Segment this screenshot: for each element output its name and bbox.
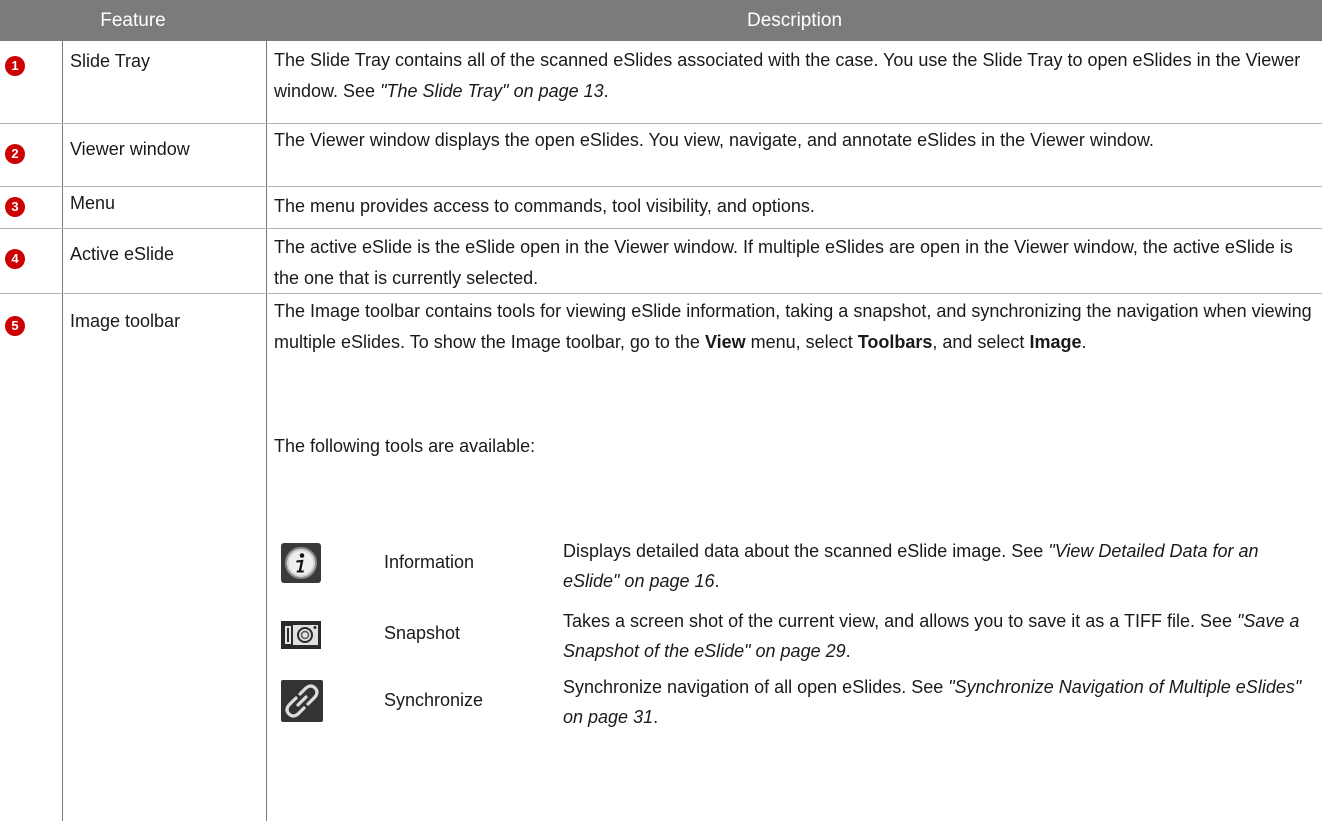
- tool-name: Synchronize: [384, 690, 484, 710]
- callout-number-badge: 1: [5, 56, 25, 76]
- row-divider: [0, 123, 1322, 124]
- row-divider: [0, 228, 1322, 229]
- tool-description: Displays detailed data about the scanned…: [563, 541, 1259, 591]
- feature-name: Viewer window: [70, 139, 190, 159]
- tool-name: Information: [384, 552, 475, 572]
- callout-number-badge: 5: [5, 316, 25, 336]
- callout-number-badge: 3: [5, 197, 25, 217]
- row-divider: [0, 186, 1322, 187]
- column-divider: [62, 41, 63, 821]
- feature-description: The Viewer window displays the open eSli…: [274, 130, 1154, 150]
- column-divider: [266, 41, 267, 821]
- feature-description: The Slide Tray contains all of the scann…: [274, 50, 1301, 101]
- feature-description: The active eSlide is the eSlide open in …: [274, 237, 1293, 288]
- page-reference: "The Slide Tray" on page 13: [380, 81, 604, 101]
- menu-item-toolbars: Toolbars: [857, 332, 933, 352]
- callout-number-badge: 4: [5, 249, 25, 269]
- tools-intro: The following tools are available:: [274, 436, 536, 456]
- table-header: Feature Description: [0, 0, 1322, 41]
- header-feature: Feature: [100, 10, 166, 31]
- feature-name: Slide Tray: [70, 51, 151, 71]
- camera-icon: [281, 621, 321, 649]
- feature-name: Image toolbar: [70, 311, 181, 331]
- callout-number-badge: 2: [5, 144, 25, 164]
- feature-description: The menu provides access to commands, to…: [274, 196, 815, 216]
- link-icon: [281, 680, 323, 722]
- tool-description: Takes a screen shot of the current view,…: [563, 611, 1300, 661]
- feature-name: Active eSlide: [70, 244, 175, 264]
- feature-description: The Image toolbar contains tools for vie…: [274, 301, 1312, 352]
- header-description: Description: [746, 10, 843, 31]
- tool-name: Snapshot: [384, 623, 461, 643]
- menu-item-image: Image: [1029, 332, 1082, 352]
- tool-description: Synchronize navigation of all open eSlid…: [563, 677, 1302, 727]
- feature-name: Menu: [70, 193, 116, 213]
- feature-table: Feature Description 1 Slide Tray The Sli…: [0, 0, 1322, 821]
- information-icon: [281, 543, 321, 583]
- menu-name-view: View: [704, 332, 746, 352]
